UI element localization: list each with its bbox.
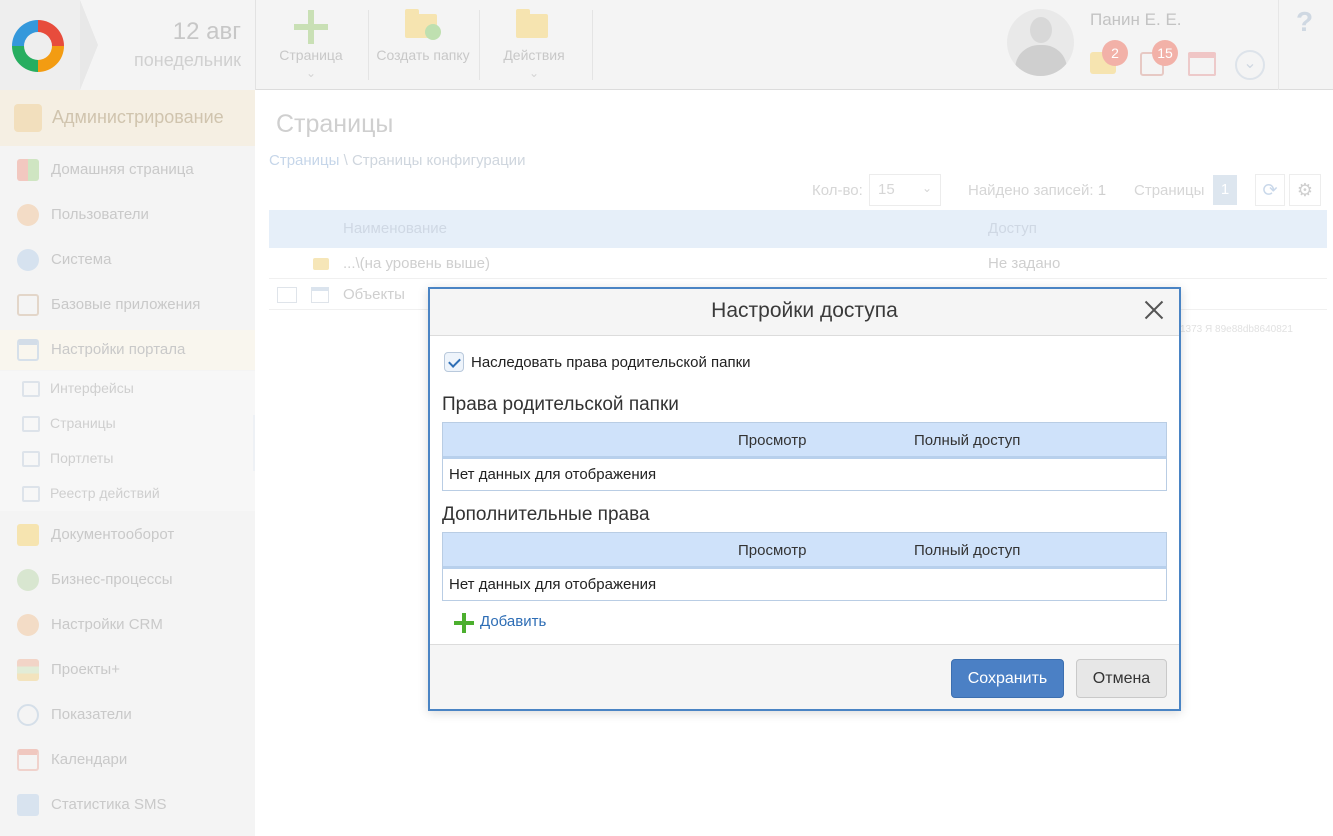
extra-rights-title: Дополнительные права — [442, 504, 650, 525]
extra-rights-table: Просмотр Полный доступ Нет данных для от… — [442, 532, 1167, 601]
close-icon[interactable] — [1139, 295, 1169, 325]
parent-rights-empty-row: Нет данных для отображения — [443, 459, 1166, 490]
empty-message: Нет данных для отображения — [449, 466, 657, 483]
parent-rights-title: Права родительской папки — [442, 394, 679, 415]
save-button[interactable]: Сохранить — [951, 659, 1064, 698]
extra-rights-header: Просмотр Полный доступ — [443, 533, 1166, 569]
empty-message: Нет данных для отображения — [449, 576, 657, 593]
cancel-button[interactable]: Отмена — [1076, 659, 1167, 698]
column-header-view: Просмотр — [738, 432, 807, 449]
inherit-rights-label[interactable]: Наследовать права родительской папки — [471, 354, 751, 371]
extra-rights-empty-row: Нет данных для отображения — [443, 569, 1166, 600]
parent-rights-header: Просмотр Полный доступ — [443, 423, 1166, 459]
plus-icon — [454, 613, 474, 633]
dialog-footer: Сохранить Отмена — [430, 644, 1179, 709]
dialog-title: Настройки доступа — [711, 299, 898, 322]
inherit-rights-checkbox[interactable] — [444, 352, 464, 372]
dialog-header: Настройки доступа — [430, 289, 1179, 336]
column-header-view: Просмотр — [738, 542, 807, 559]
parent-rights-table: Просмотр Полный доступ Нет данных для от… — [442, 422, 1167, 491]
add-rights-label[interactable]: Добавить — [480, 613, 546, 630]
column-header-full-access: Полный доступ — [914, 542, 1021, 559]
access-settings-dialog: Настройки доступа Наследовать права роди… — [428, 287, 1181, 711]
column-header-full-access: Полный доступ — [914, 432, 1021, 449]
